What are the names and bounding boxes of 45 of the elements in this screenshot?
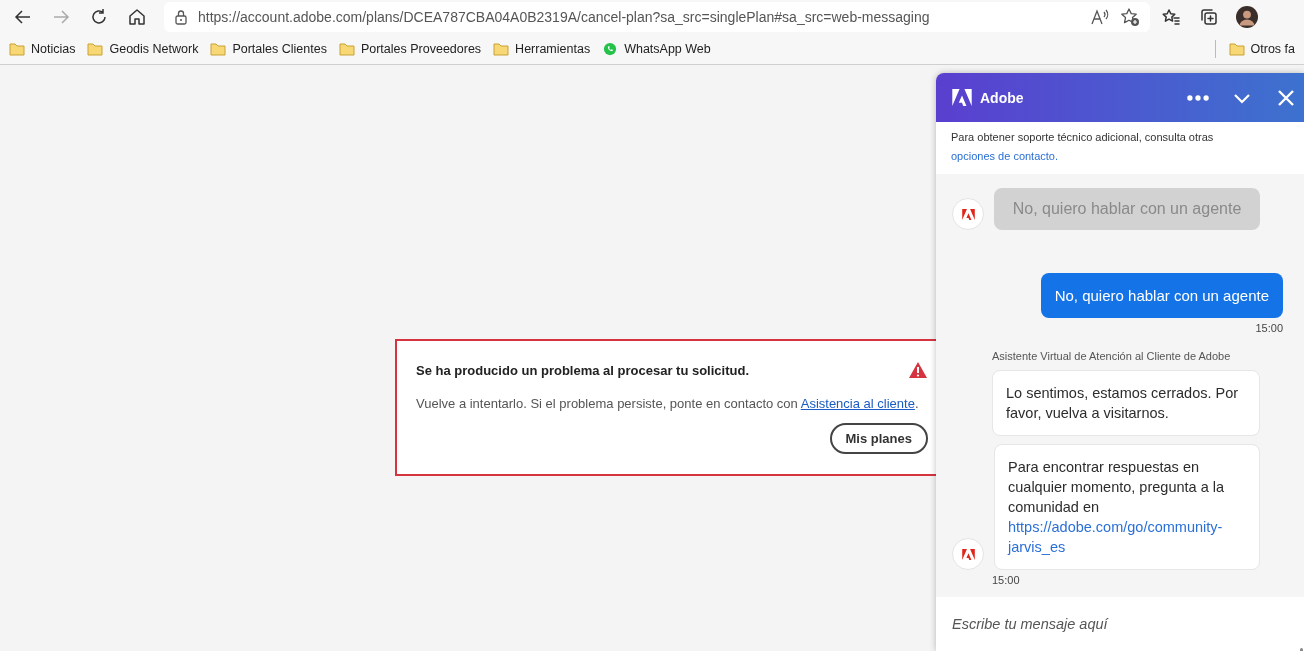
bookmark-item[interactable]: Geodis Network bbox=[82, 39, 204, 59]
sender-name: Asistente Virtual de Atención al Cliente de Adobe bbox=[992, 350, 1232, 362]
error-message: Vuelve a intentarlo. Si el problema persiste, ponte en contacto con Asistencia al cliente. bbox=[416, 396, 920, 411]
bot-message: Lo sentimos, estamos cerrados. Por favor, vuelva a visitarnos. bbox=[992, 370, 1260, 436]
refresh-icon bbox=[90, 8, 108, 26]
back-arrow-icon bbox=[14, 8, 32, 26]
star-list-icon bbox=[1162, 8, 1180, 26]
url-text: https://account.adobe.com/plans/DCEA787CBA04A0B2319A/cancel-plan?sa_src=singlePlan#sa_src=web-messaging bbox=[198, 9, 931, 25]
other-bookmarks[interactable]: Otros fa bbox=[1223, 39, 1300, 59]
bot-message: Para encontrar respuestas en cualquier momento, pregunta a la comunidad en bbox=[1008, 459, 1225, 515]
bookmark-item[interactable]: Noticias bbox=[4, 39, 81, 59]
user-message: No, quiero hablar con un agente bbox=[1040, 273, 1283, 318]
folder-icon bbox=[338, 42, 355, 56]
error-title: Se ha producido un problema al procesar tu solicitud. bbox=[416, 362, 749, 378]
adobe-logo-icon bbox=[952, 89, 972, 106]
lock-icon bbox=[174, 9, 188, 25]
collections-icon bbox=[1200, 8, 1218, 26]
home-icon bbox=[128, 8, 146, 26]
chat-bubble-icon bbox=[602, 42, 619, 56]
add-favorite-icon[interactable] bbox=[1120, 7, 1140, 27]
folder-icon bbox=[87, 42, 104, 56]
address-bar[interactable]: https://account.adobe.com/plans/DCEA787CBA04A0B2319A/cancel-plan?sa_src=singlePlan#sa_src=web-messaging bbox=[164, 2, 1150, 32]
bookmark-item[interactable]: Portales Clientes bbox=[205, 39, 332, 59]
folder-icon bbox=[1228, 42, 1245, 56]
adobe-logo-icon bbox=[961, 208, 975, 220]
message-time: 15:00 bbox=[1255, 322, 1283, 334]
my-plans-button[interactable]: Mis planes bbox=[829, 423, 928, 454]
more-icon bbox=[1187, 94, 1209, 101]
bookmark-item[interactable]: Portales Proveedores bbox=[333, 39, 487, 59]
folder-icon bbox=[493, 42, 510, 56]
warning-icon bbox=[908, 361, 928, 379]
folder-icon bbox=[210, 42, 227, 56]
adobe-logo-icon bbox=[961, 548, 975, 560]
contact-options-link[interactable]: opciones de contacto. bbox=[951, 150, 1059, 162]
bookmark-item[interactable]: Herramientas bbox=[488, 39, 596, 59]
chat-title: Adobe bbox=[980, 89, 1025, 106]
bookmark-item[interactable]: WhatsApp Web bbox=[597, 39, 716, 59]
message-time: 15:00 bbox=[992, 574, 1021, 586]
message-input[interactable]: Escribe tu mensaje aquí bbox=[936, 597, 1304, 651]
support-notice: Para obtener soporte técnico adicional, consulta otras opciones de contacto. bbox=[936, 122, 1304, 174]
forward-arrow-icon bbox=[52, 8, 70, 26]
read-aloud-icon[interactable] bbox=[1090, 8, 1110, 26]
support-link[interactable]: Asistencia al cliente bbox=[800, 396, 915, 411]
community-link[interactable]: https://adobe.com/go/community-jarvis_es bbox=[1008, 517, 1246, 557]
folder-icon bbox=[9, 42, 25, 56]
